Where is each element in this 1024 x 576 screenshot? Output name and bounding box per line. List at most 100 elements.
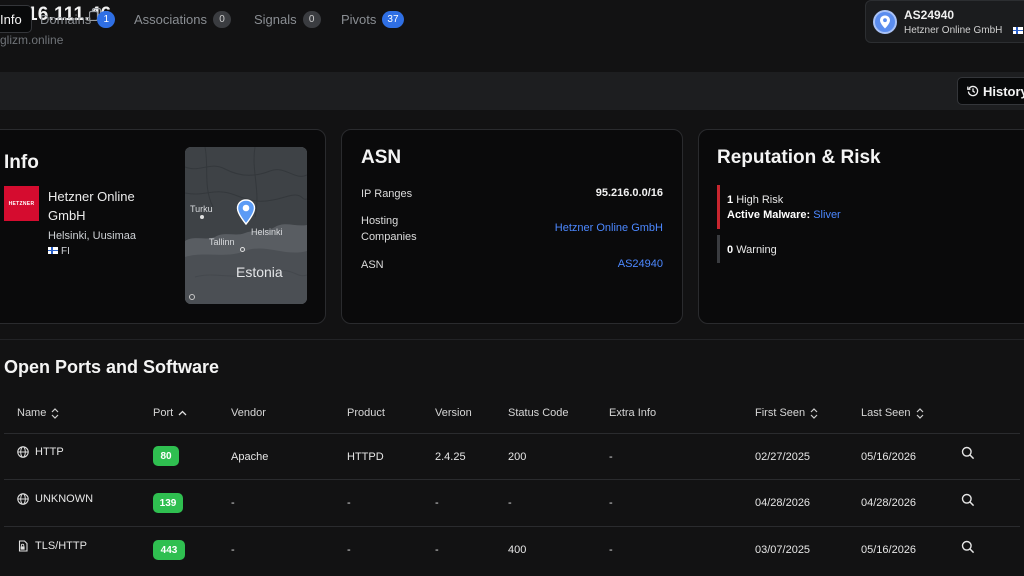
search-icon[interactable] <box>961 540 975 554</box>
search-icon[interactable] <box>961 446 975 460</box>
warning-label: Warning <box>736 244 777 256</box>
tab-pivots[interactable]: Pivots 37 <box>341 7 404 31</box>
column-header-product: Product <box>347 407 385 419</box>
last-seen-cell: 04/28/2026 <box>861 497 917 509</box>
column-header-label: Last Seen <box>861 407 911 419</box>
hosting-company-link[interactable]: Hetzner Online GmbH <box>513 222 663 234</box>
product-cell: - <box>347 544 351 556</box>
vendor-cell: - <box>231 497 235 509</box>
sort-icon <box>916 407 923 419</box>
sort-icon <box>51 407 59 419</box>
first-seen-cell: 04/28/2026 <box>755 497 811 509</box>
version-cell: - <box>435 544 439 556</box>
sort-icon <box>810 407 818 419</box>
tab-label: Associations <box>134 11 207 27</box>
tab-count-badge: 37 <box>382 10 404 28</box>
section-divider <box>0 339 1024 340</box>
tab-info[interactable]: Info <box>0 5 32 33</box>
column-header-label: Port <box>153 407 174 419</box>
port-name: HTTP <box>35 446 64 458</box>
tab-signals[interactable]: Signals 0 <box>254 7 321 31</box>
tab-bar <box>0 72 1024 110</box>
asn-number: AS24940 <box>904 8 955 22</box>
high-risk-label: High Risk <box>736 194 784 206</box>
hostname[interactable]: glizm.online <box>0 33 63 47</box>
tab-associations[interactable]: Associations 0 <box>134 7 231 31</box>
asn-summary-card[interactable]: AS24940 Hetzner Online GmbH <box>865 0 1024 43</box>
history-button[interactable]: History <box>957 77 1024 105</box>
history-label: History <box>983 83 1024 99</box>
tab-label: Signals <box>254 11 297 27</box>
column-header-label: First Seen <box>755 407 806 419</box>
status-code-cell: 400 <box>508 544 527 556</box>
extra-info-cell: - <box>609 451 613 463</box>
sort-ascending-icon <box>178 410 187 416</box>
port-number-badge[interactable]: 80 <box>153 446 179 466</box>
ip-ranges-value: 95.216.0.0/16 <box>595 187 663 199</box>
finland-flag-icon <box>1013 26 1024 36</box>
column-header-version: Version <box>435 407 472 419</box>
map-attribution-icon[interactable] <box>189 294 195 300</box>
column-header-vendor: Vendor <box>231 407 266 419</box>
ip-ranges-label: IP Ranges <box>361 188 413 200</box>
product-cell: - <box>347 497 351 509</box>
map-pin-icon <box>236 199 256 225</box>
table-row[interactable]: TLS/HTTP 443 - - - 400 - 03/07/2025 05/1… <box>0 527 1024 573</box>
column-header-name[interactable]: Name <box>17 407 59 419</box>
org-name: Hetzner Online GmbH <box>48 189 135 223</box>
hosting-companies-label: Hosting Companies <box>361 215 417 243</box>
tab-count-badge: 0 <box>302 10 321 28</box>
product-cell: HTTPD <box>347 451 384 463</box>
tab-label: Info <box>0 11 22 27</box>
status-code-cell: 200 <box>508 451 527 463</box>
hetzner-logo: HETZNER <box>4 186 39 221</box>
column-header-last-seen[interactable]: Last Seen <box>861 407 924 419</box>
column-header-first-seen[interactable]: First Seen <box>755 407 818 419</box>
port-name-cell: TLS/HTTP <box>17 540 87 552</box>
globe-icon <box>17 493 29 505</box>
map-label-helsinki: Helsinki <box>251 227 283 237</box>
warning-line: 0 Warning <box>727 242 777 258</box>
port-name-cell: UNKNOWN <box>17 493 93 505</box>
search-icon[interactable] <box>961 493 975 507</box>
first-seen-cell: 03/07/2025 <box>755 544 811 556</box>
asn-org-name: Hetzner Online GmbH <box>904 25 1003 36</box>
org-location: Helsinki, Uusimaa <box>48 230 137 242</box>
map-label-estonia: Estonia <box>236 264 283 280</box>
asn-card-title: ASN <box>361 147 402 168</box>
extra-info-cell: - <box>609 497 613 509</box>
tab-domains[interactable]: Domains 1 <box>40 7 116 31</box>
table-row[interactable]: HTTP 80 Apache HTTPD 2.4.25 200 - 02/27/… <box>0 434 1024 479</box>
high-risk-count: 1 <box>727 194 734 206</box>
warning-indicator <box>717 235 720 263</box>
tab-count-badge: 0 <box>212 10 231 28</box>
location-map[interactable]: Turku Helsinki Tallinn Estonia <box>185 147 307 304</box>
vendor-cell: - <box>231 544 235 556</box>
port-name: TLS/HTTP <box>35 540 87 552</box>
asn-link[interactable]: AS24940 <box>563 258 663 270</box>
port-number-badge[interactable]: 139 <box>153 493 183 513</box>
version-cell: 2.4.25 <box>435 451 466 463</box>
tab-label: Domains <box>40 11 92 27</box>
open-ports-title: Open Ports and Software <box>4 357 220 377</box>
location-pin-icon <box>873 10 897 34</box>
malware-link[interactable]: Sliver <box>813 209 841 221</box>
version-cell: - <box>435 497 439 509</box>
column-header-port[interactable]: Port <box>153 407 187 419</box>
org-country: FI <box>48 246 70 257</box>
map-city-dot <box>200 215 204 219</box>
table-row[interactable]: UNKNOWN 139 - - - - - 04/28/2026 04/28/2… <box>0 480 1024 526</box>
asn-label: ASN <box>361 259 384 271</box>
last-seen-cell: 05/16/2026 <box>861 451 917 463</box>
column-header-status-code: Status Code <box>508 407 569 419</box>
map-terrain <box>185 147 307 304</box>
finland-flag-icon <box>48 247 58 254</box>
map-label-turku: Turku <box>190 204 213 214</box>
vendor-cell: Apache <box>231 451 269 463</box>
history-icon <box>967 85 979 97</box>
high-risk-line: 1 High Risk <box>727 192 783 208</box>
country-code: FI <box>61 246 70 257</box>
active-malware-line: Active Malware: Sliver <box>727 207 841 223</box>
map-city-dot <box>240 247 245 252</box>
port-number-badge[interactable]: 443 <box>153 540 185 560</box>
